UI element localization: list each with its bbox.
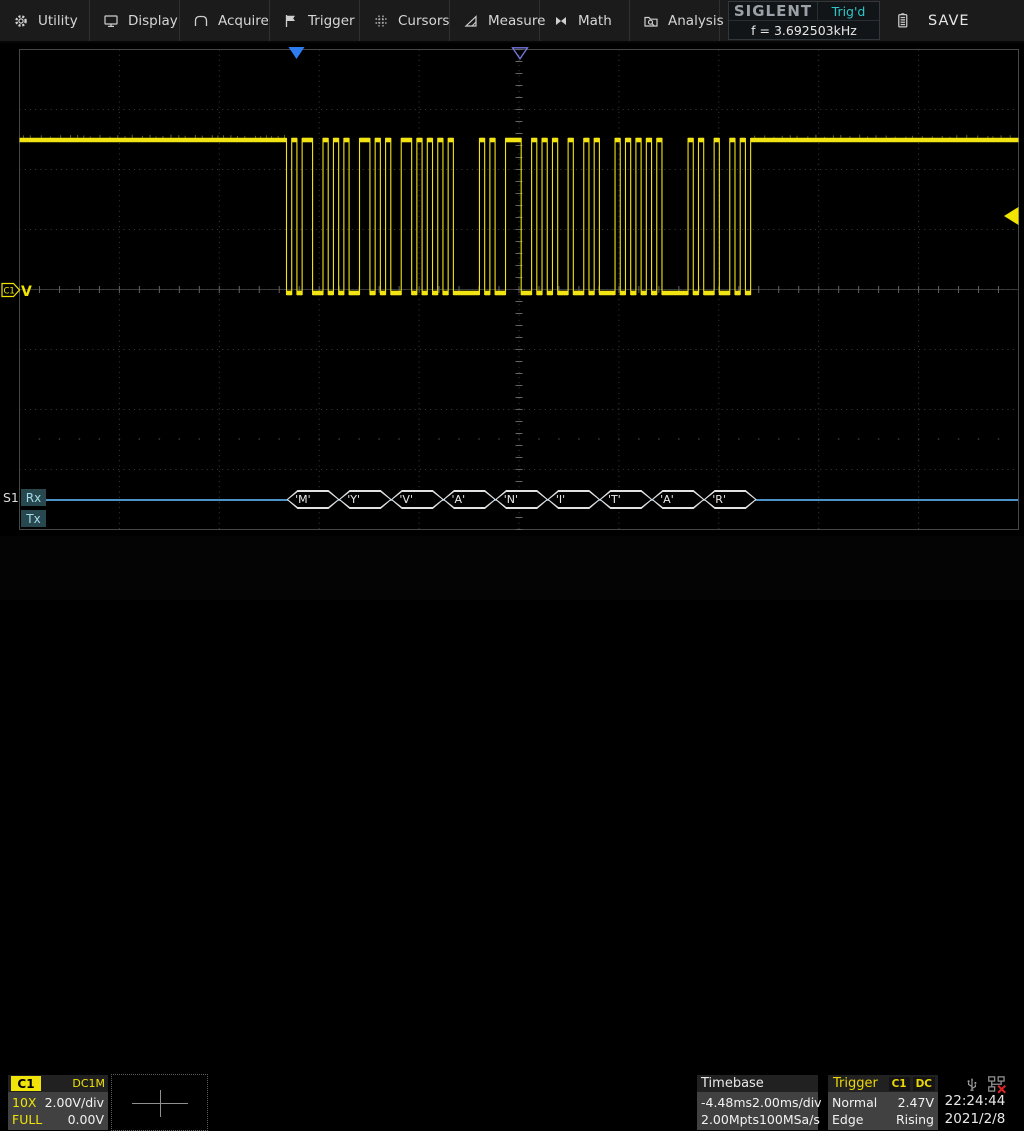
menu-item-label: Display xyxy=(128,13,178,29)
menu-item-label: Trigger xyxy=(308,13,355,29)
channel1-badge: C1 xyxy=(11,1076,41,1091)
measure-icon xyxy=(463,13,479,29)
bandwidth-limit: FULL xyxy=(12,1113,42,1126)
menu-item-acquire[interactable]: Acquire xyxy=(180,0,270,41)
trigger-coupling-badge: DC xyxy=(913,1077,935,1091)
save-button-label: SAVE xyxy=(928,13,970,29)
menu-item-label: Utility xyxy=(38,13,78,29)
logo-status-box: SIGLENT Trig'd f = 3.692503kHz xyxy=(728,1,880,40)
volts-per-div: 2.00V/div xyxy=(45,1096,104,1109)
frequency-counter: f = 3.692503kHz xyxy=(729,21,879,39)
sample-rate: 100MSa/s xyxy=(759,1113,820,1126)
channel-add-slot[interactable] xyxy=(111,1074,208,1131)
trigger-box[interactable]: Trigger C1 DC Normal 2.47V Edge Rising xyxy=(828,1075,938,1130)
markers: C1 V xyxy=(2,47,1019,300)
channel-offset: 0.00V xyxy=(68,1113,104,1126)
clock: 22:24:44 2021/2/8 xyxy=(934,1092,1016,1128)
channel1-coupling: DC1M xyxy=(72,1077,105,1090)
menu-item-measure[interactable]: Measure xyxy=(450,0,540,41)
channel1-trace xyxy=(20,135,1019,295)
memory-depth: 2.00Mpts xyxy=(701,1113,759,1126)
clipboard-icon xyxy=(894,11,911,30)
date-readout: 2021/2/8 xyxy=(934,1110,1016,1128)
trigger-source-badge: C1 xyxy=(889,1077,910,1091)
trigger-mode: Normal xyxy=(832,1096,877,1109)
trigger-position-marker[interactable] xyxy=(289,47,305,59)
menu-item-utility[interactable]: Utility xyxy=(0,0,90,41)
acquire-icon xyxy=(193,13,209,29)
timebase-title: Timebase xyxy=(701,1076,764,1091)
menu-item-cursors[interactable]: Cursors xyxy=(360,0,450,41)
trigger-status-badge: Trig'd xyxy=(818,2,879,20)
save-button[interactable]: SAVE xyxy=(894,0,970,41)
trigger-slope: Rising xyxy=(896,1113,934,1126)
time-readout: 22:24:44 xyxy=(934,1092,1016,1110)
svg-text:V: V xyxy=(21,284,32,300)
crosshair-icon xyxy=(160,1090,161,1117)
trigger-level-marker[interactable] xyxy=(1004,207,1019,225)
menu-item-trigger[interactable]: Trigger xyxy=(270,0,360,41)
analysis-icon xyxy=(643,13,659,29)
cursors-icon xyxy=(373,13,389,29)
menu-item-label: Acquire xyxy=(218,13,269,29)
trigger-level: 2.47V xyxy=(898,1096,934,1109)
display-icon xyxy=(103,13,119,29)
trigger-title: Trigger xyxy=(833,1076,878,1091)
oscilloscope-screen: C1V S1 Rx Tx 'M''Y''V''A''N''I''T''A''R'… xyxy=(0,0,1024,600)
trigger-flag-icon xyxy=(283,13,299,29)
menu-item-analysis[interactable]: Analysis xyxy=(630,0,720,41)
probe-attenuation: 10X xyxy=(12,1096,36,1109)
menu-item-label: Analysis xyxy=(668,13,724,29)
timebase-box[interactable]: Timebase -4.48ms 2.00ms/div 2.00Mpts 100… xyxy=(697,1075,818,1130)
menu-item-label: Measure xyxy=(488,13,545,29)
graticule xyxy=(20,50,1019,530)
channel1-descriptor-box[interactable]: C1 DC1M 10X 2.00V/div FULL 0.00V xyxy=(8,1075,108,1130)
bottom-status-bar: C1 DC1M 10X 2.00V/div FULL 0.00V Timebas… xyxy=(0,536,1024,600)
menu-item-math[interactable]: Math xyxy=(540,0,630,41)
top-menu-bar: UtilityDisplayAcquireTriggerCursorsMeasu… xyxy=(0,0,1024,43)
menu-item-label: Cursors xyxy=(398,13,449,29)
waveform-display: C1 V xyxy=(0,0,1024,600)
menu-items: UtilityDisplayAcquireTriggerCursorsMeasu… xyxy=(0,0,720,41)
svg-text:C1: C1 xyxy=(4,287,15,297)
math-icon xyxy=(553,13,569,29)
gear-icon xyxy=(13,13,29,29)
menu-item-label: Math xyxy=(578,13,612,29)
trigger-type: Edge xyxy=(832,1113,863,1126)
time-per-div: 2.00ms/div xyxy=(752,1096,822,1109)
channel1-offset-marker[interactable]: C1 V xyxy=(2,284,32,301)
trigger-delay: -4.48ms xyxy=(701,1096,752,1109)
siglent-logo: SIGLENT xyxy=(729,2,818,20)
menu-item-display[interactable]: Display xyxy=(90,0,180,41)
